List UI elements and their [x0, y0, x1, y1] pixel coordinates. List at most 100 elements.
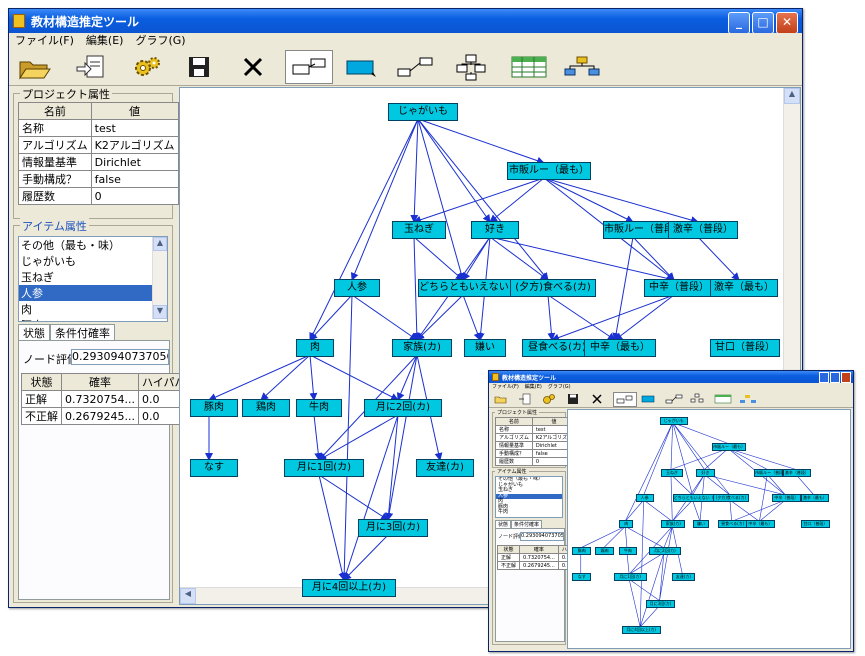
inset-graph-node-shihan2[interactable]: 市販ルー（普段）: [754, 468, 787, 477]
inset-graph-node-amakuchi[interactable]: 甘口（普段）: [801, 520, 830, 529]
inset-graph-node-yugata[interactable]: (夕方)食べる(カ): [713, 494, 749, 503]
inset-graph-node-hiru[interactable]: 昼食べる(カ): [718, 520, 747, 529]
inset-graph-edge[interactable]: [628, 579, 641, 628]
project-table-row[interactable]: 名称 test: [18, 119, 179, 137]
graph-node-hiru[interactable]: 昼食べる(カ): [522, 339, 592, 357]
graph-node-yugata[interactable]: (夕方)食べる(カ): [510, 279, 596, 297]
graph-node-jaga[interactable]: じゃがいも: [388, 103, 458, 121]
item-list-item[interactable]: 人参: [19, 285, 167, 301]
graph-edge[interactable]: [208, 354, 311, 401]
inset-graph-node-tomodachi[interactable]: 友達(カ): [671, 573, 695, 582]
graph-edge[interactable]: [313, 414, 323, 461]
inset-graph-node-tsuki2[interactable]: 月に2回(カ): [648, 546, 681, 555]
inset-project-table-row[interactable]: アルゴリズム K2アルゴリズム: [495, 433, 577, 442]
inset-run-button[interactable]: [541, 393, 557, 405]
inset-tree-layout-button[interactable]: [689, 393, 705, 405]
graph-node-tsuki1[interactable]: 月に1回(カ): [284, 459, 364, 477]
graph-edge[interactable]: [309, 354, 399, 401]
graph-edge[interactable]: [410, 118, 419, 223]
inset-graph-node-kirai[interactable]: 嫌い: [692, 520, 710, 529]
graph-node-niku[interactable]: 肉: [296, 339, 334, 357]
inset-graph-node-jaga[interactable]: じゃがいも: [659, 416, 688, 425]
scroll-up-icon[interactable]: ▲: [153, 237, 167, 251]
graph-edge[interactable]: [543, 177, 699, 224]
inset-project-table-row[interactable]: 名称 test: [495, 425, 577, 434]
inset-item-list[interactable]: その他（最も・味） じゃがいも 玉ねぎ 人参肉豚肉 牛肉: [495, 476, 563, 518]
graph-edge[interactable]: [350, 118, 419, 281]
inset-node-eval-field[interactable]: 0.2930940737056875: [520, 532, 564, 541]
item-list-item[interactable]: 豚肉: [19, 317, 167, 321]
inset-project-table-row[interactable]: 履歴数 0: [495, 457, 577, 466]
inset-graph-edge[interactable]: [692, 499, 701, 522]
inset-project-table-row[interactable]: 手動構成？ false: [495, 449, 577, 458]
graph-edge[interactable]: [413, 177, 545, 224]
inset-graph-node-shihan[interactable]: 市販ルー（最も）: [711, 442, 747, 451]
graph-edge[interactable]: [614, 294, 675, 341]
inset-graph-edge[interactable]: [603, 526, 626, 549]
project-table-row[interactable]: 履歴数 0: [18, 187, 179, 205]
inset-graph-node-gyu[interactable]: 牛肉: [619, 546, 637, 555]
item-list-item[interactable]: 玉ねぎ: [19, 269, 167, 285]
graph-edge[interactable]: [309, 294, 353, 341]
graph-node-gekikara2[interactable]: 激辛（最も）: [710, 279, 778, 297]
graph-node-amakuchi[interactable]: 甘口（普段）: [710, 339, 780, 357]
inset-minimize-button[interactable]: [819, 372, 829, 383]
project-table-row[interactable]: 手動構成？ false: [18, 170, 179, 188]
node-eval-field[interactable]: 0.2930940737056875: [71, 349, 169, 365]
canvas-scroll-up-icon[interactable]: ▲: [784, 88, 800, 104]
node-tool[interactable]: [341, 51, 381, 83]
inset-graph-edge[interactable]: [704, 448, 729, 470]
graph-node-kirai[interactable]: 嫌い: [464, 339, 506, 357]
graph-node-gekikara[interactable]: 激辛（普段）: [668, 221, 738, 239]
inset-graph-edge[interactable]: [624, 526, 628, 548]
graph-edge[interactable]: [416, 294, 464, 341]
item-list[interactable]: その他（最も・味）じゃがいも玉ねぎ人参肉豚肉牛肉: [18, 236, 168, 322]
graph-edge[interactable]: [309, 354, 318, 401]
inset-menu-graph[interactable]: グラフ(G): [545, 383, 574, 391]
inset-graph-edge[interactable]: [670, 422, 674, 470]
inset-graph-node-tsuki4[interactable]: 月に4回以上(カ): [621, 626, 661, 635]
inset-graph-edge[interactable]: [729, 499, 760, 522]
graph-node-tama[interactable]: 玉ねぎ: [392, 221, 446, 239]
maximize-button[interactable]: □: [752, 12, 774, 34]
graph-edge[interactable]: [318, 474, 347, 581]
inset-graph-node-ninjin[interactable]: 人参: [635, 494, 654, 503]
graph-node-chukara[interactable]: 中辛（普段）: [644, 279, 714, 297]
inset-maximize-button[interactable]: [830, 372, 840, 383]
item-list-item[interactable]: じゃがいも: [19, 253, 167, 269]
graph-edge[interactable]: [351, 294, 418, 341]
inset-graph-edge[interactable]: [639, 499, 644, 628]
inset-graph-edge[interactable]: [629, 552, 665, 575]
graph-edge[interactable]: [260, 354, 311, 401]
inset-graph-edge[interactable]: [672, 422, 693, 496]
inset-graph-node-kazoku[interactable]: 家族(カ): [661, 520, 686, 529]
inset-graph-node-nasu[interactable]: なす: [572, 573, 592, 582]
delete-button[interactable]: [235, 51, 271, 83]
inset-graph-node-tori[interactable]: 鶏肉: [595, 546, 614, 555]
inset-graph-edge[interactable]: [643, 422, 673, 496]
close-button[interactable]: ✕: [776, 12, 798, 34]
graph-edge[interactable]: [697, 236, 740, 281]
graph-edge[interactable]: [489, 177, 545, 223]
item-list-scrollbar[interactable]: ▲ ▼: [152, 237, 167, 319]
inset-graph-edge[interactable]: [759, 499, 786, 522]
graph-node-tomodachi[interactable]: 友達(カ): [416, 459, 474, 477]
tree-layout-button[interactable]: [451, 51, 491, 83]
graph-node-dochira[interactable]: どちらともいえない（カ）: [418, 279, 539, 297]
inset-graph-node-tsuki1[interactable]: 月に1回(カ): [613, 573, 647, 582]
inset-graph-edge[interactable]: [672, 422, 705, 470]
graph-node-tsuki4[interactable]: 月に4回以上(カ): [302, 579, 396, 597]
graph-node-kazoku[interactable]: 家族(カ): [392, 339, 452, 357]
import-button[interactable]: [71, 51, 111, 83]
graph-edge[interactable]: [340, 294, 353, 581]
inset-graph-edge[interactable]: [663, 526, 673, 548]
graph-edge[interactable]: [417, 118, 465, 281]
graph-edge[interactable]: [417, 118, 545, 165]
graph-node-tori[interactable]: 鶏肉: [242, 399, 290, 417]
inset-graph-edge[interactable]: [626, 552, 630, 575]
inset-open-folder-button[interactable]: [493, 393, 509, 405]
menu-file[interactable]: ファイル(F): [9, 33, 80, 49]
inset-save-button[interactable]: [565, 393, 581, 405]
graph-edge[interactable]: [551, 294, 675, 342]
graph-edge[interactable]: [343, 534, 389, 581]
